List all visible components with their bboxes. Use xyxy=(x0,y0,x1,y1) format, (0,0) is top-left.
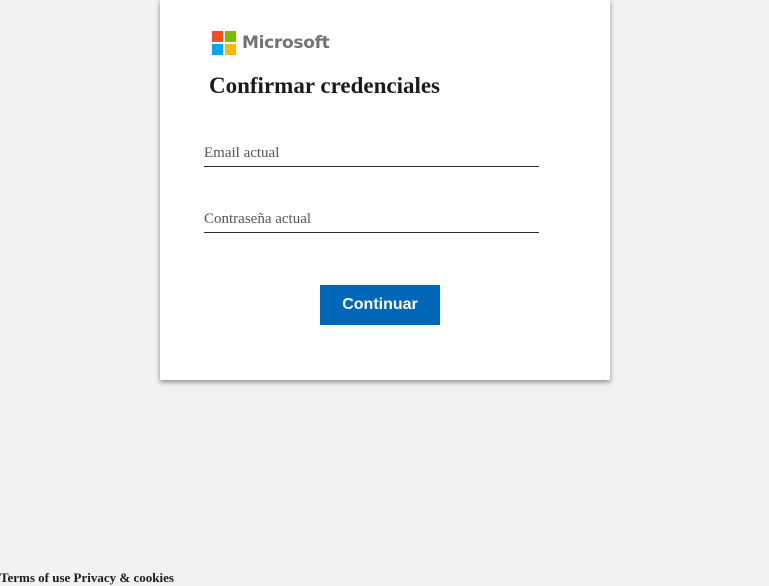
windows-logo-icon xyxy=(212,31,236,55)
password-field[interactable] xyxy=(204,206,539,233)
continue-button[interactable]: Continuar xyxy=(320,285,440,325)
terms-link[interactable]: Terms of use xyxy=(0,570,70,585)
privacy-link[interactable]: Privacy & cookies xyxy=(74,570,174,585)
sign-in-card: Microsoft Confirmar credenciales Continu… xyxy=(160,0,610,380)
microsoft-logo: Microsoft xyxy=(212,31,330,55)
email-field[interactable] xyxy=(204,140,539,167)
brand-name: Microsoft xyxy=(242,33,330,53)
footer: Terms of use Privacy & cookies xyxy=(0,570,174,586)
page-title: Confirmar credenciales xyxy=(209,73,441,98)
